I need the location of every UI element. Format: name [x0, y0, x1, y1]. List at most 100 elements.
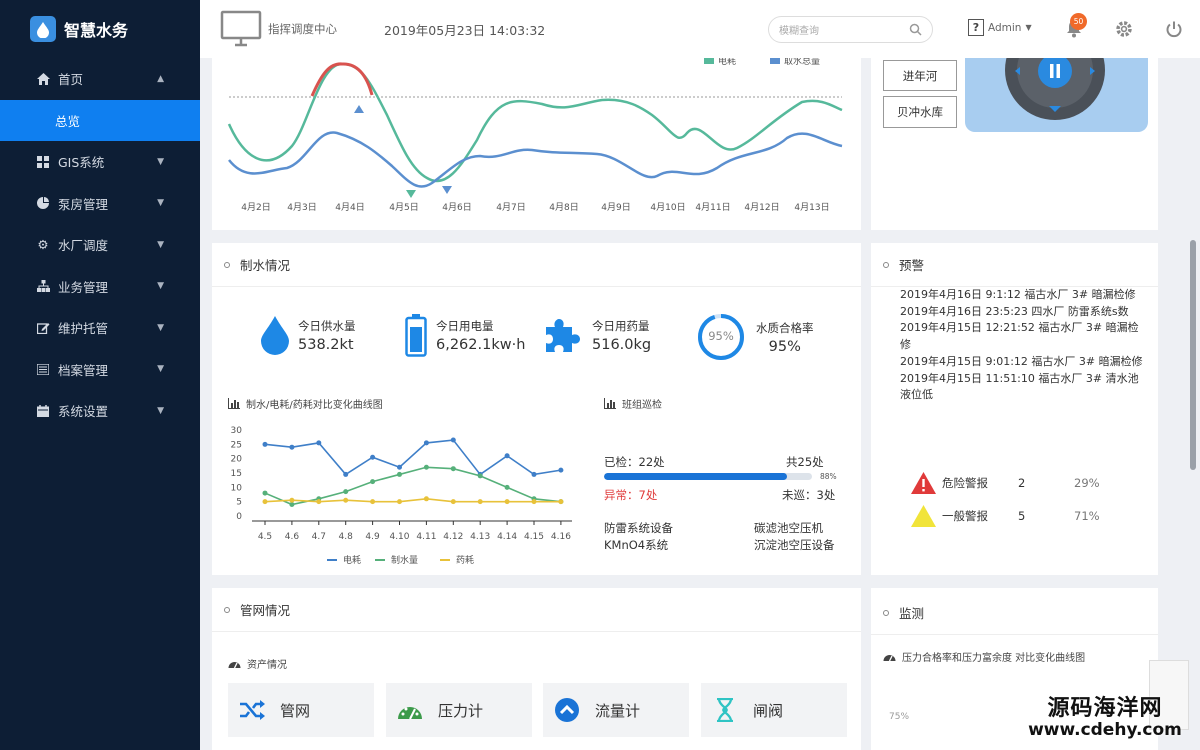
asset-tile-gate-valve[interactable]: 闸阀: [701, 683, 847, 737]
data-point: [289, 444, 295, 450]
app-logo[interactable]: 智慧水务: [0, 0, 200, 58]
x-tick-label: 4.9: [365, 532, 380, 542]
gear-icon[interactable]: [1115, 20, 1133, 38]
asset-tile-flow-meter[interactable]: 流量计: [543, 683, 689, 737]
patrol-progress-fill: [604, 473, 788, 480]
sidebar-item-label: 业务管理: [58, 279, 109, 295]
reservoir-name: 进年河: [902, 68, 938, 83]
bullet-icon: [883, 609, 889, 616]
search-input[interactable]: 模糊查询: [768, 16, 933, 43]
data-point: [397, 499, 402, 505]
x-tick-label: 4月6日: [442, 202, 471, 213]
pie-icon: [36, 196, 50, 210]
sidebar-item-pump-room[interactable]: 泵房管理 ▼: [0, 183, 200, 225]
asset-tile-pressure-gauge[interactable]: 压力计: [386, 683, 532, 737]
sidebar-item-plant-dispatch[interactable]: ⚙ 水厂调度 ▼: [0, 224, 200, 266]
sidebar-item-gis[interactable]: GIS系统 ▼: [0, 141, 200, 183]
chevron-down-icon: ▼: [1025, 23, 1032, 32]
x-tick-label: 4月7日: [496, 202, 525, 213]
sidebar-item-business[interactable]: 业务管理 ▼: [0, 266, 200, 308]
home-icon: [36, 72, 50, 86]
tile-label: 压力计: [438, 701, 484, 720]
calendar-icon: [36, 404, 50, 418]
legend-swatch-water: [770, 58, 780, 64]
equipment-item: 沉淀池空压设备: [754, 538, 835, 552]
y-tick-label: 30: [231, 426, 243, 436]
reservoir-button[interactable]: 进年河: [883, 60, 957, 91]
data-point: [531, 471, 537, 477]
sidebar-item-label: 总览: [55, 113, 81, 129]
list-icon: [36, 362, 50, 376]
data-point: [316, 499, 322, 505]
direction-pad[interactable]: [965, 58, 1148, 132]
warning-entry[interactable]: 2019年4月16日 9:1:12 福古水厂 3# 暗漏检修: [900, 287, 1145, 304]
page-scrollbar[interactable]: [1190, 240, 1196, 470]
warning-triangle-icon: [911, 472, 936, 494]
stat-value: 6,262.1kw·h: [436, 337, 526, 353]
warning-entry[interactable]: 2019年4月15日 9:01:12 福古水厂 3# 暗漏检修: [900, 354, 1145, 371]
data-point: [370, 499, 376, 505]
sidebar-item-label: 系统设置: [58, 404, 109, 420]
data-point: [477, 473, 483, 479]
power-icon[interactable]: [1165, 20, 1183, 38]
current-datetime: 2019年05月23日 14:03:32: [384, 22, 546, 38]
tile-label: 流量计: [595, 701, 641, 720]
data-point: [343, 471, 349, 477]
x-tick-label: 4.8: [339, 532, 354, 542]
asset-tile-pipe-network[interactable]: 管网: [228, 683, 374, 737]
data-point: [343, 497, 349, 503]
sidebar-item-label: 泵房管理: [58, 196, 109, 212]
equipment-item: 防雷系统设备: [604, 521, 673, 535]
equipment-item: KMnO4系统: [604, 538, 669, 552]
x-tick-label: 4月9日: [601, 202, 630, 213]
user-menu[interactable]: ? Admin ▼: [968, 19, 1032, 36]
flow-icon: [553, 696, 581, 724]
monitor-icon: [220, 10, 262, 47]
water-drop-logo-icon: [30, 16, 56, 42]
x-tick-label: 4月8日: [549, 202, 578, 213]
warnings-panel: 预警 2019年4月16日 9:1:12 福古水厂 3# 暗漏检修 2019年4…: [871, 243, 1158, 575]
chevron-down-icon: ▼: [157, 322, 164, 333]
x-tick-label: 4.16: [551, 532, 571, 542]
series-line-1: [264, 466, 561, 506]
warning-entry[interactable]: 2019年4月16日 23:5:23 四水厂 防雷系统s数2019年4月15日 …: [900, 304, 1145, 354]
stat-label: 今日供水量: [298, 318, 356, 333]
legend-label: 电耗: [718, 58, 736, 67]
sidebar-item-overview[interactable]: 总览: [0, 99, 200, 141]
legend-label: 取水总量: [784, 58, 820, 67]
alert-count: 2: [1018, 476, 1026, 490]
stat-label: 今日用电量: [436, 319, 494, 333]
production-panel: 制水情况 今日供水量 538.2kt 今日用电量 6,262.1kw·h 今日用药量…: [212, 243, 861, 575]
series-line-0: [264, 439, 562, 476]
patrol-checked: 已检：22处: [604, 455, 665, 469]
legend-label: 药耗: [456, 555, 474, 566]
stat-chemical-use: 今日用药量 516.0kg: [544, 318, 651, 353]
y-tick-label: 25: [231, 440, 242, 450]
sidebar-item-label: 首页: [58, 72, 84, 88]
x-tick-label: 4.7: [312, 532, 326, 542]
x-tick-label: 4月4日: [335, 202, 364, 213]
sidebar-item-maintenance[interactable]: 维护托管 ▼: [0, 307, 200, 349]
sidebar-item-settings[interactable]: 系统设置 ▼: [0, 390, 200, 432]
stat-label: 水质合格率: [756, 320, 814, 335]
y-tick-label: 20: [231, 455, 243, 465]
top-header: 指挥调度中心 2019年05月23日 14:03:32 模糊查询 ? Admin…: [200, 0, 1200, 58]
x-tick-label: 4月3日: [287, 202, 316, 213]
alert-label: 危险警报: [942, 476, 988, 490]
chevron-up-icon: ▲: [157, 73, 164, 84]
panel-title: 制水情况: [224, 243, 290, 286]
warning-entry[interactable]: 2019年4月15日 11:51:10 福古水厂 3# 清水池液位低: [900, 371, 1145, 404]
sidebar-item-home[interactable]: 首页 ▲: [0, 58, 200, 100]
app-title: 智慧水务: [64, 21, 129, 40]
stat-value: 516.0kg: [592, 337, 652, 353]
y-tick-label: 15: [231, 469, 242, 479]
tile-label: 管网: [280, 701, 311, 720]
equipment-item: 碳滤池空压机: [754, 521, 823, 535]
water-drop-icon: [261, 316, 289, 355]
search-icon[interactable]: [909, 23, 922, 36]
data-point: [558, 499, 564, 505]
sidebar-item-archives[interactable]: 档案管理 ▼: [0, 349, 200, 391]
reservoir-button[interactable]: 贝冲水库: [883, 96, 957, 128]
x-tick-label: 4月5日: [389, 202, 418, 213]
bar-chart-icon: [604, 398, 616, 409]
